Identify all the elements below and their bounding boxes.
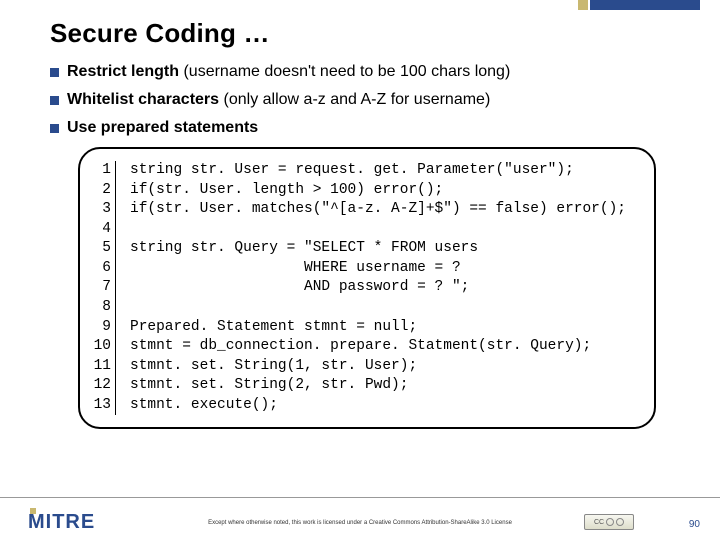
cc-badge-icon: CC — [584, 514, 634, 530]
logo-text: MITRE — [28, 511, 95, 534]
slide-body: Secure Coding … Restrict length (usernam… — [0, 0, 720, 429]
accent-blue — [590, 0, 700, 10]
bullet-list: Restrict length (username doesn't need t… — [50, 63, 684, 137]
bullet-square-icon — [50, 68, 59, 77]
cc-by-icon — [606, 518, 614, 526]
bullet-rest: (only allow a-z and A-Z for username) — [219, 91, 490, 108]
bullet-rest: (username doesn't need to be 100 chars l… — [179, 63, 510, 80]
slide-title: Secure Coding … — [50, 18, 684, 49]
logo-square-icon — [30, 508, 36, 514]
bullet-item: Restrict length (username doesn't need t… — [50, 63, 684, 81]
bullet-square-icon — [50, 124, 59, 133]
license-text: Except where otherwise noted, this work … — [208, 520, 512, 526]
bullet-bold: Whitelist characters — [67, 91, 219, 108]
bullet-text: Restrict length (username doesn't need t… — [67, 63, 510, 81]
bullet-item: Whitelist characters (only allow a-z and… — [50, 91, 684, 109]
accent-gold — [578, 0, 588, 10]
cc-sa-icon — [616, 518, 624, 526]
footer: MITRE Except where otherwise noted, this… — [0, 498, 720, 540]
line-numbers: 1 2 3 4 5 6 7 8 9 10 11 12 13 — [88, 161, 116, 415]
code-box: 1 2 3 4 5 6 7 8 9 10 11 12 13 string str… — [78, 147, 656, 429]
page-number: 90 — [689, 519, 700, 530]
bullet-item: Use prepared statements — [50, 119, 684, 137]
code-body: string str. User = request. get. Paramet… — [116, 161, 626, 415]
bullet-bold: Restrict length — [67, 63, 179, 80]
bullet-text: Whitelist characters (only allow a-z and… — [67, 91, 490, 109]
bullet-bold: Use prepared statements — [67, 119, 258, 136]
cc-label: CC — [594, 519, 604, 526]
mitre-logo: MITRE — [28, 511, 95, 534]
bullet-square-icon — [50, 96, 59, 105]
top-accent — [578, 0, 700, 10]
bullet-text: Use prepared statements — [67, 119, 258, 137]
